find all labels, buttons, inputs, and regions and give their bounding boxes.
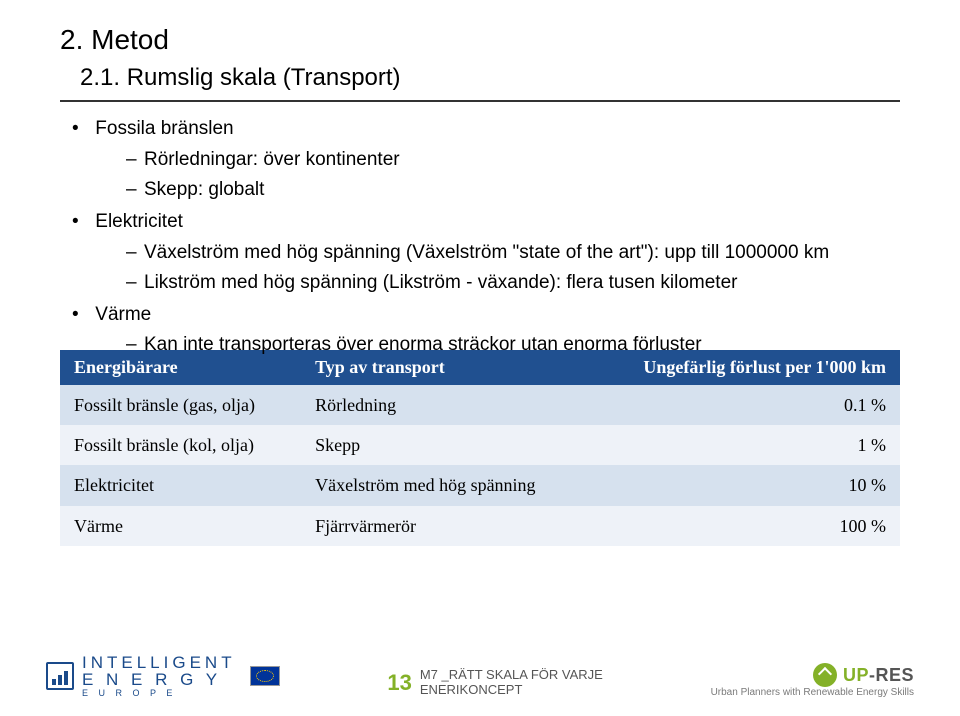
loss-table: Energibärare Typ av transport Ungefärlig… — [60, 350, 900, 546]
upres-logo: UP-RES Urban Planners with Renewable Ene… — [711, 663, 914, 698]
upres-tagline: Urban Planners with Renewable Energy Ski… — [711, 687, 914, 698]
logo-text-line1: INTELLIGENT — [82, 654, 236, 671]
table-row: Fossilt bränsle (kol, olja) Skepp 1 % — [60, 425, 900, 465]
cell-loss: 0.1 % — [588, 385, 900, 425]
logo-text-sub: E U R O P E — [82, 688, 236, 698]
page-number: 13 — [387, 670, 411, 696]
bullet-label: Värme — [95, 304, 151, 325]
cell-carrier: Elektricitet — [60, 465, 301, 505]
table-row: Fossilt bränsle (gas, olja) Rörledning 0… — [60, 385, 900, 425]
subbullet-dc: Likström med hög spänning (Likström - vä… — [126, 270, 900, 296]
subtitle-line2: ENERIKONCEPT — [420, 683, 603, 698]
footer-center: 13 M7 _RÄTT SKALA FÖR VARJE ENERIKONCEPT — [298, 668, 693, 698]
cell-carrier: Fossilt bränsle (kol, olja) — [60, 425, 301, 465]
subtitle-line1: M7 _RÄTT SKALA FÖR VARJE — [420, 668, 603, 683]
subbullet-ac: Växelström med hög spänning (Växelström … — [126, 240, 900, 266]
bullet-fossil: Fossila bränslen Rörledningar: över kont… — [72, 116, 900, 203]
subbullet-ships: Skepp: globalt — [126, 177, 900, 203]
cell-transport: Växelström med hög spänning — [301, 465, 588, 505]
subbullet-pipelines: Rörledningar: över kontinenter — [126, 147, 900, 173]
heading-sub: 2.1. Rumslig skala (Transport) — [60, 64, 900, 92]
footer: INTELLIGENT E N E R G Y E U R O P E 13 M… — [0, 620, 960, 716]
intelligent-energy-logo: INTELLIGENT E N E R G Y E U R O P E — [46, 654, 280, 698]
divider — [60, 100, 900, 102]
heading-main: 2. Metod — [60, 24, 900, 56]
upres-up: UP — [843, 665, 869, 685]
bar-chart-icon — [46, 662, 74, 690]
cell-carrier: Fossilt bränsle (gas, olja) — [60, 385, 301, 425]
cell-transport: Skepp — [301, 425, 588, 465]
content-area: Fossila bränslen Rörledningar: över kont… — [60, 116, 900, 546]
table-row: Värme Fjärrvärmerör 100 % — [60, 506, 900, 546]
bullet-label: Elektricitet — [95, 211, 183, 232]
cell-loss: 10 % — [588, 465, 900, 505]
cell-carrier: Värme — [60, 506, 301, 546]
bullet-label: Fossila bränslen — [95, 118, 233, 139]
table-row: Elektricitet Växelström med hög spänning… — [60, 465, 900, 505]
cell-loss: 1 % — [588, 425, 900, 465]
bullet-electricity: Elektricitet Växelström med hög spänning… — [72, 209, 900, 296]
logo-text-line2: E N E R G Y — [82, 671, 236, 688]
up-arrow-icon — [813, 663, 837, 687]
cell-transport: Fjärrvärmerör — [301, 506, 588, 546]
cell-transport: Rörledning — [301, 385, 588, 425]
eu-flag-icon — [250, 666, 280, 686]
cell-loss: 100 % — [588, 506, 900, 546]
upres-res: RES — [875, 665, 914, 685]
